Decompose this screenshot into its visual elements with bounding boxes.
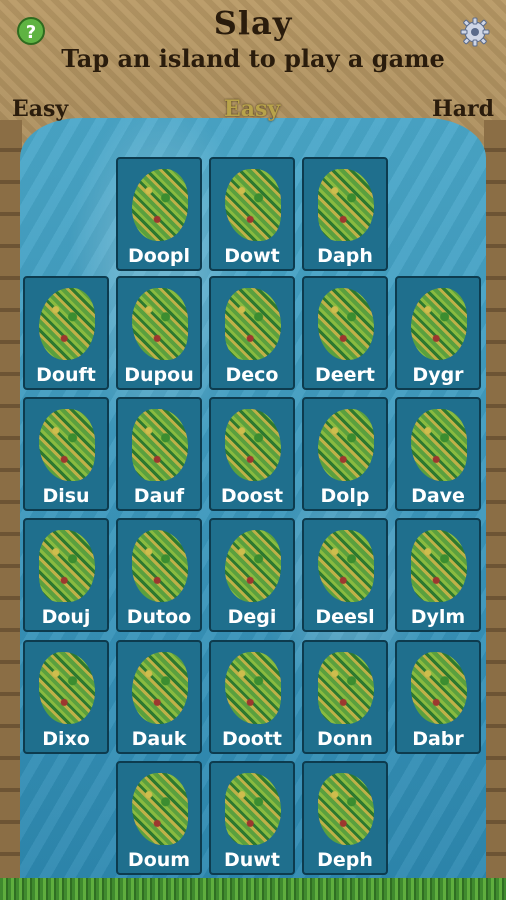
- island-map-thumbnail: [318, 652, 374, 724]
- island-map-thumbnail: [39, 409, 95, 481]
- island-name: Dolp: [320, 485, 370, 507]
- island-map-thumbnail: [225, 288, 281, 360]
- island-map-thumbnail: [39, 652, 95, 724]
- island-map-thumbnail: [225, 652, 281, 724]
- island-tile[interactable]: Daph: [302, 157, 388, 271]
- island-name: Disu: [42, 485, 90, 507]
- grass-strip: [0, 878, 506, 900]
- island-tile[interactable]: Deert: [302, 276, 388, 390]
- island-name: Douj: [41, 606, 91, 628]
- island-tile[interactable]: Dylm: [395, 518, 481, 632]
- island-map-thumbnail: [225, 530, 281, 602]
- island-tile[interactable]: Doopl: [116, 157, 202, 271]
- island-tile[interactable]: Dolp: [302, 397, 388, 511]
- island-name: Dupou: [124, 364, 194, 386]
- island-name: Douft: [36, 364, 96, 386]
- island-name: Dauf: [133, 485, 185, 507]
- island-tile[interactable]: Dabr: [395, 640, 481, 754]
- island-name: Donn: [317, 728, 373, 750]
- gear-icon[interactable]: [459, 16, 491, 48]
- island-tile[interactable]: Douft: [23, 276, 109, 390]
- island-map-thumbnail: [132, 169, 188, 241]
- island-name: Deph: [317, 849, 373, 871]
- difficulty-easy-button[interactable]: Easy: [12, 96, 68, 122]
- island-name: Duwt: [224, 849, 280, 871]
- island-map-thumbnail: [39, 530, 95, 602]
- island-map-thumbnail: [318, 288, 374, 360]
- island-name: Doost: [220, 485, 284, 507]
- island-tile[interactable]: Doum: [116, 761, 202, 875]
- island-map-thumbnail: [132, 288, 188, 360]
- help-icon[interactable]: ?: [17, 17, 45, 45]
- island-tile[interactable]: Deph: [302, 761, 388, 875]
- island-tile[interactable]: Dupou: [116, 276, 202, 390]
- right-pillar: [484, 120, 506, 900]
- island-map-thumbnail: [39, 288, 95, 360]
- island-tile[interactable]: Dowt: [209, 157, 295, 271]
- island-name: Dabr: [412, 728, 464, 750]
- island-tile[interactable]: Degi: [209, 518, 295, 632]
- island-name: Doum: [127, 849, 191, 871]
- island-map-thumbnail: [411, 409, 467, 481]
- island-name: Degi: [227, 606, 277, 628]
- island-tile[interactable]: Dauf: [116, 397, 202, 511]
- island-tile[interactable]: Dauk: [116, 640, 202, 754]
- island-tile[interactable]: Dutoo: [116, 518, 202, 632]
- island-name: Deesl: [315, 606, 375, 628]
- island-name: Dylm: [410, 606, 466, 628]
- island-name: Dutoo: [126, 606, 192, 628]
- left-pillar: [0, 120, 22, 900]
- island-map-thumbnail: [411, 652, 467, 724]
- island-name: Dauk: [131, 728, 187, 750]
- island-map-thumbnail: [225, 773, 281, 845]
- island-name: Dave: [411, 485, 465, 507]
- current-difficulty-label: Easy: [224, 96, 281, 122]
- island-tile[interactable]: Doost: [209, 397, 295, 511]
- island-tile[interactable]: Dave: [395, 397, 481, 511]
- island-map-thumbnail: [225, 409, 281, 481]
- island-tile[interactable]: Duwt: [209, 761, 295, 875]
- island-tile[interactable]: Dygr: [395, 276, 481, 390]
- island-tile[interactable]: Deco: [209, 276, 295, 390]
- island-tile[interactable]: Donn: [302, 640, 388, 754]
- instruction-text: Tap an island to play a game: [61, 44, 445, 73]
- island-map-thumbnail: [411, 530, 467, 602]
- island-tile[interactable]: Dixo: [23, 640, 109, 754]
- island-map-thumbnail: [411, 288, 467, 360]
- island-map-thumbnail: [318, 409, 374, 481]
- island-name: Doopl: [128, 245, 190, 267]
- island-tile[interactable]: Douj: [23, 518, 109, 632]
- island-name: Dowt: [224, 245, 280, 267]
- island-name: Daph: [317, 245, 373, 267]
- island-map-thumbnail: [132, 652, 188, 724]
- difficulty-hard-button[interactable]: Hard: [432, 96, 494, 122]
- island-name: Deert: [315, 364, 375, 386]
- island-map-thumbnail: [318, 169, 374, 241]
- island-name: Dixo: [42, 728, 90, 750]
- island-tile[interactable]: Disu: [23, 397, 109, 511]
- island-tile[interactable]: Deesl: [302, 518, 388, 632]
- island-map-thumbnail: [318, 530, 374, 602]
- island-name: Doott: [221, 728, 283, 750]
- island-tile[interactable]: Doott: [209, 640, 295, 754]
- island-map-thumbnail: [318, 773, 374, 845]
- island-name: Dygr: [412, 364, 464, 386]
- island-map-thumbnail: [132, 409, 188, 481]
- game-title: Slay: [213, 4, 293, 42]
- island-map-thumbnail: [132, 530, 188, 602]
- island-map-thumbnail: [132, 773, 188, 845]
- island-map-thumbnail: [225, 169, 281, 241]
- island-name: Deco: [225, 364, 279, 386]
